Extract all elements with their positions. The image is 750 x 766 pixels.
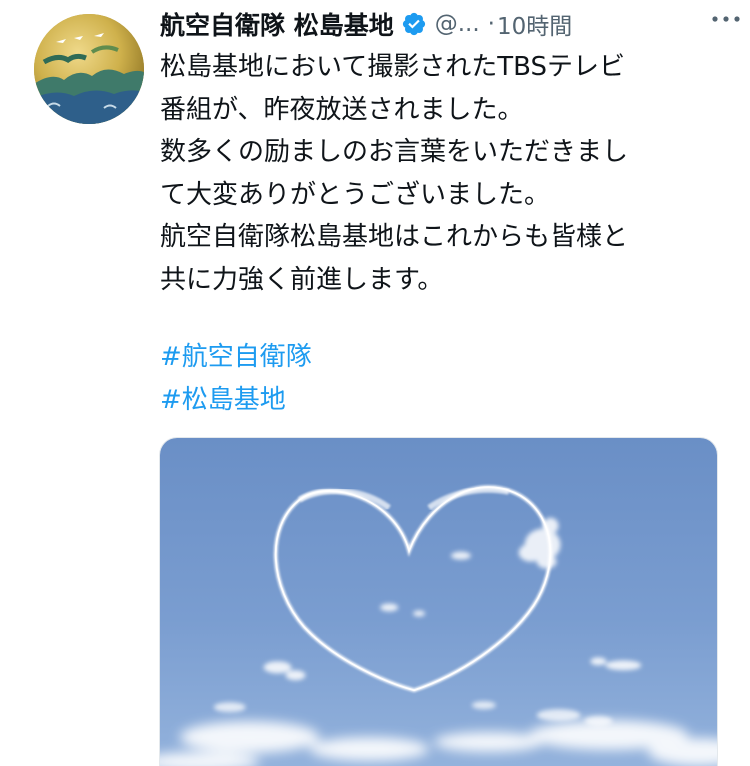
tweet-text-line: 数多くの励ましのお言葉をいただきまし [160, 137, 629, 167]
hashtag-list: #航空自衛隊 #松島基地 [160, 336, 312, 421]
hashtag-link[interactable]: #松島基地 [160, 379, 312, 422]
display-name[interactable]: 航空自衛隊 松島基地 [160, 6, 394, 42]
tweet-header: 航空自衛隊 松島基地 @... · 10時間 [160, 6, 740, 42]
tweet-text-line: て大変ありがとうございました。 [160, 179, 551, 210]
tweet-photo[interactable] [159, 437, 718, 766]
more-options-button[interactable] [706, 4, 746, 34]
more-options-icon [712, 16, 740, 22]
separator-dot: · [487, 11, 495, 37]
tweet-text-line: 共に力強く前進します。 [160, 264, 444, 295]
tweet-text-line: 航空自衛隊松島基地はこれからも皆様と [160, 222, 629, 252]
hashtag-link[interactable]: #航空自衛隊 [160, 336, 312, 379]
user-handle[interactable]: @... [435, 11, 480, 37]
timestamp[interactable]: 10時間 [497, 7, 572, 41]
tweet-text-line: 番組が、昨夜放送されました。 [160, 94, 524, 125]
heart-skywriting-photo [160, 438, 717, 766]
tweet-text: 松島基地において撮影されたTBSテレビ 番組が、昨夜放送されました。 数多くの励… [160, 46, 720, 301]
verified-badge-icon [401, 11, 427, 37]
tweet-text-line: 松島基地において撮影されたTBSテレビ [160, 52, 625, 82]
avatar-icon [34, 14, 144, 124]
avatar[interactable] [34, 14, 144, 124]
